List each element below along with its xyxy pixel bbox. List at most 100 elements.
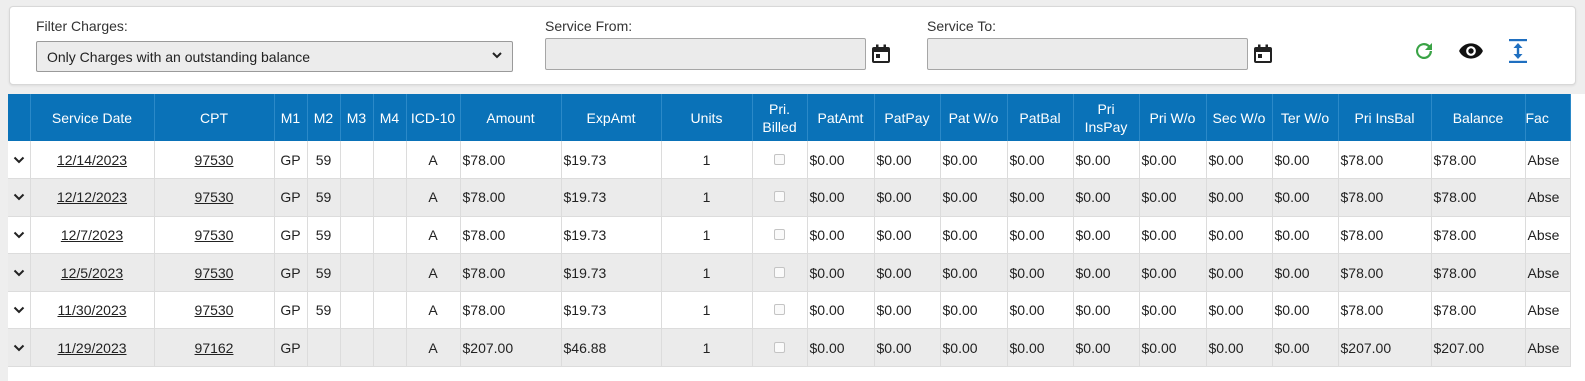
column-header[interactable]: Fac: [1525, 94, 1571, 141]
chevron-down-icon[interactable]: [12, 153, 26, 167]
column-header[interactable]: M4: [373, 94, 407, 141]
column-header[interactable]: Pat W/o: [940, 94, 1008, 141]
date-link[interactable]: 12/12/2023: [57, 189, 127, 205]
column-header[interactable]: Ter W/o: [1272, 94, 1339, 141]
date-link[interactable]: 11/30/2023: [57, 302, 126, 318]
date-link[interactable]: 12/5/2023: [61, 265, 123, 281]
column-header[interactable]: Amount: [460, 94, 562, 141]
cell-balance: $78.00: [1431, 253, 1526, 292]
row-expander[interactable]: [8, 291, 31, 330]
table-row[interactable]: 12/7/2023 97530 GP 59 A $78.00 $19.73 1 $0.00 $0.…: [8, 216, 1571, 255]
cell-secwo: $0.00: [1206, 291, 1273, 330]
cell-patwo: $0.00: [940, 291, 1008, 330]
cpt-link[interactable]: 97530: [195, 152, 234, 168]
filter-charges-label: Filter Charges:: [36, 18, 128, 34]
cell-m1: GP: [274, 253, 308, 292]
cell-m3: [340, 328, 374, 368]
cell-expamt: $19.73: [561, 141, 662, 180]
cell-patamt: $0.00: [807, 216, 875, 255]
column-header[interactable]: ExpAmt: [561, 94, 662, 141]
cpt-link[interactable]: 97162: [195, 340, 234, 356]
cell-icd: A: [406, 141, 461, 180]
column-header[interactable]: PatPay: [874, 94, 941, 141]
column-header[interactable]: Sec W/o: [1206, 94, 1273, 141]
table-row[interactable]: 11/30/2023 97530 GP 59 A $78.00 $19.73 1 $0.00 $0…: [8, 291, 1571, 330]
row-expander[interactable]: [8, 253, 31, 292]
column-header[interactable]: Service Date: [30, 94, 155, 141]
pri-billed-checkbox[interactable]: [774, 191, 785, 203]
cell-priwo: $0.00: [1139, 178, 1207, 217]
row-expander[interactable]: [8, 141, 31, 180]
cell-patpay: $0.00: [874, 328, 941, 368]
date-link[interactable]: 12/14/2023: [57, 152, 127, 168]
pri-billed-checkbox-cell: [752, 253, 808, 292]
cell-m3: [340, 291, 374, 330]
cell-terwo: $0.00: [1272, 328, 1339, 368]
column-header[interactable]: Pri InsBal: [1338, 94, 1432, 141]
column-header[interactable]: PatAmt: [807, 94, 875, 141]
cpt-link[interactable]: 97530: [195, 227, 234, 243]
column-header[interactable]: PatBal: [1007, 94, 1074, 141]
cell-fac: Abse: [1525, 178, 1571, 217]
table-row[interactable]: 12/14/2023 97530 GP 59 A $78.00 $19.73 1 $0.00 $0…: [8, 141, 1571, 180]
filter-charges-value: Only Charges with an outstanding balance: [47, 49, 311, 65]
row-expander[interactable]: [8, 178, 31, 217]
service-from-input[interactable]: [545, 38, 866, 70]
date-link[interactable]: 12/7/2023: [61, 227, 123, 243]
pri-billed-checkbox[interactable]: [774, 341, 785, 353]
refresh-icon[interactable]: [1410, 37, 1438, 65]
pri-billed-checkbox[interactable]: [774, 228, 785, 240]
pri-billed-checkbox-cell: [752, 178, 808, 217]
calendar-icon[interactable]: [1252, 43, 1274, 65]
row-expander[interactable]: [8, 216, 31, 255]
cell-priwo: $0.00: [1139, 328, 1207, 368]
cell-patwo: $0.00: [940, 141, 1008, 180]
chevron-down-icon[interactable]: [12, 228, 26, 242]
cell-patpay: $0.00: [874, 291, 941, 330]
column-header[interactable]: Pri W/o: [1139, 94, 1207, 141]
charges-table: Service Date CPT M1 M2 M3 M4 ICD-10 Amount ExpAm…: [8, 94, 1571, 368]
chevron-down-icon[interactable]: [12, 190, 26, 204]
table-row[interactable]: 12/12/2023 97530 GP 59 A $78.00 $19.73 1 $0.00 $0…: [8, 178, 1571, 217]
chevron-down-icon[interactable]: [12, 341, 26, 355]
calendar-icon[interactable]: [870, 43, 892, 65]
cpt-link[interactable]: 97530: [195, 189, 234, 205]
cell-icd: A: [406, 328, 461, 368]
pri-billed-checkbox-cell: [752, 216, 808, 255]
column-header[interactable]: ICD-10: [406, 94, 461, 141]
filter-charges-select[interactable]: Only Charges with an outstanding balance: [36, 41, 513, 72]
cpt-link[interactable]: 97530: [195, 302, 234, 318]
chevron-down-icon[interactable]: [12, 303, 26, 317]
cpt-link[interactable]: 97530: [195, 265, 234, 281]
cell-m4: [373, 253, 407, 292]
pri-billed-checkbox[interactable]: [774, 153, 785, 165]
cell-priinsbal: $207.00: [1338, 328, 1432, 368]
cell-cpt: 97530: [154, 178, 275, 217]
cell-secwo: $0.00: [1206, 178, 1273, 217]
row-expander[interactable]: [8, 328, 31, 368]
cell-m4: [373, 141, 407, 180]
column-header[interactable]: M2: [307, 94, 341, 141]
column-header[interactable]: CPT: [154, 94, 275, 141]
table-row[interactable]: 11/29/2023 97162 GP A $207.00 $46.88 1 $0.00 $0.…: [8, 328, 1571, 368]
cell-date: 12/5/2023: [30, 253, 155, 292]
cell-icd: A: [406, 291, 461, 330]
date-link[interactable]: 11/29/2023: [57, 340, 126, 356]
column-header[interactable]: M3: [340, 94, 374, 141]
column-header: [8, 94, 31, 141]
service-to-input[interactable]: [927, 38, 1248, 70]
eye-icon[interactable]: [1457, 37, 1485, 65]
expand-vertical-icon[interactable]: [1504, 37, 1532, 65]
cell-m4: [373, 291, 407, 330]
cell-patbal: $0.00: [1007, 291, 1074, 330]
column-header[interactable]: Pri. Billed: [752, 94, 808, 141]
pri-billed-checkbox[interactable]: [774, 304, 785, 316]
column-header[interactable]: Pri InsPay: [1073, 94, 1140, 141]
pri-billed-checkbox[interactable]: [774, 266, 785, 278]
table-row[interactable]: 12/5/2023 97530 GP 59 A $78.00 $19.73 1 $0.00 $0.…: [8, 253, 1571, 292]
column-header[interactable]: M1: [274, 94, 308, 141]
column-header[interactable]: Balance: [1431, 94, 1526, 141]
cell-m1: GP: [274, 178, 308, 217]
column-header[interactable]: Units: [661, 94, 753, 141]
chevron-down-icon[interactable]: [12, 266, 26, 280]
